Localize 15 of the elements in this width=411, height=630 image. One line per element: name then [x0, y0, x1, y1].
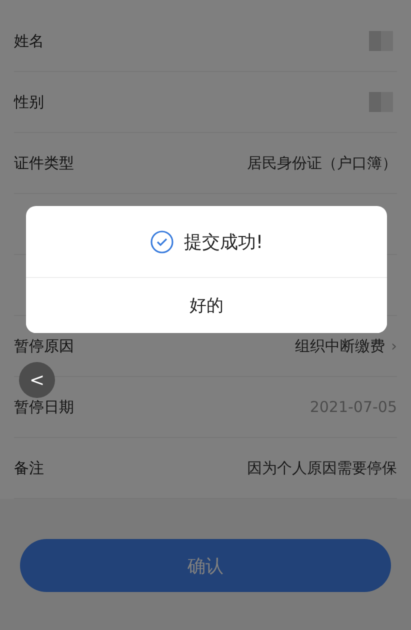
field-label: 性别: [14, 92, 44, 112]
select-value[interactable]: 组织中断缴费: [295, 336, 385, 356]
redacted-value: [369, 31, 393, 51]
redacted-value: [369, 92, 393, 112]
field-label: 证件类型: [14, 154, 74, 172]
field-label: 暂停日期: [14, 398, 74, 416]
check-circle-icon: [150, 230, 174, 254]
field-label: 暂停原因: [14, 336, 74, 356]
field-value: 因为个人原因需要停保: [247, 458, 397, 478]
chevron-icon: ›: [391, 337, 397, 355]
field-label: 备注: [14, 458, 44, 478]
field-value: 居民身份证（户口簿）: [247, 154, 397, 172]
field-label: 姓名: [14, 32, 44, 50]
dialog-message: 提交成功!: [184, 230, 264, 254]
confirm-button[interactable]: 确认: [20, 539, 391, 592]
